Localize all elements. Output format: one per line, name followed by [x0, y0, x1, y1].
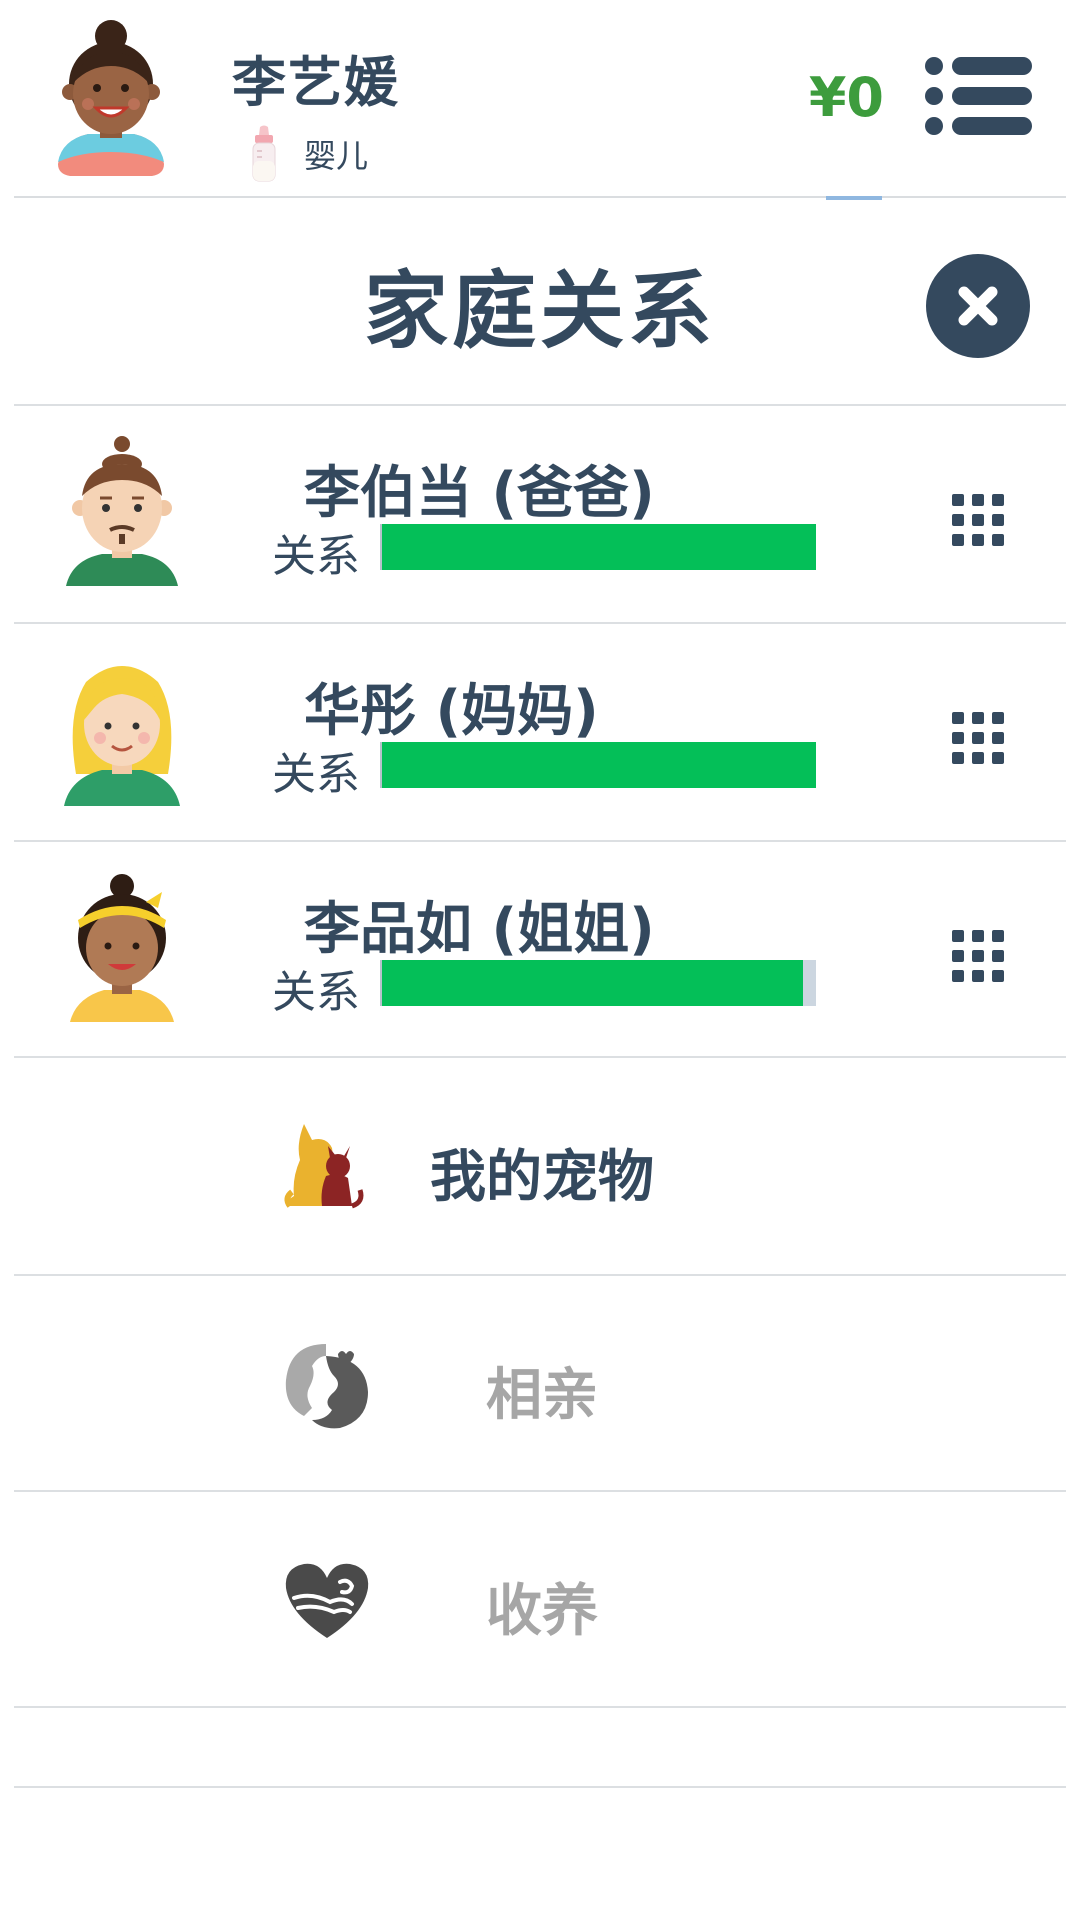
top-bar: 李艺媛 婴儿 ¥0: [0, 0, 1080, 200]
member-options-button[interactable]: [950, 710, 1006, 766]
member-name: 华彤 (妈妈): [304, 679, 599, 744]
life-stage-label: 婴儿: [304, 137, 369, 175]
life-stage: 婴儿: [248, 124, 368, 184]
relation-bar: [380, 742, 816, 788]
list-menu-icon: [925, 57, 1032, 135]
member-options-button[interactable]: [950, 492, 1006, 548]
relation-label: 关系: [272, 967, 360, 1018]
panel-title: 家庭关系: [363, 262, 716, 360]
pets-icon: [282, 1118, 372, 1214]
adoption-heart-icon: [282, 1552, 372, 1648]
family-member-row[interactable]: 李伯当 (爸爸) 关系: [0, 406, 1080, 622]
player-avatar-icon[interactable]: [52, 12, 170, 180]
sister-avatar-icon: [60, 872, 184, 1032]
money-balance: ¥0: [808, 66, 884, 129]
family-member-row[interactable]: 李品如 (姐姐) 关系: [0, 842, 1080, 1058]
menu-button[interactable]: [924, 56, 1032, 136]
action-label: 收养: [486, 1579, 598, 1644]
matchmaking-button[interactable]: 相亲: [0, 1276, 1080, 1492]
adoption-button[interactable]: 收养: [0, 1492, 1080, 1708]
close-button[interactable]: [926, 254, 1030, 358]
relation-bar: [380, 960, 816, 1006]
relation-bar: [380, 524, 816, 570]
header-divider: [14, 196, 1066, 198]
relation-bar-fill: [382, 742, 816, 788]
action-label: 相亲: [486, 1363, 598, 1428]
grid-icon: [952, 712, 1004, 764]
family-member-row[interactable]: 华彤 (妈妈) 关系: [0, 624, 1080, 840]
divider: [14, 1786, 1066, 1788]
member-options-button[interactable]: [950, 928, 1006, 984]
baby-bottle-icon: [248, 125, 280, 183]
family-panel-header: 家庭关系: [0, 200, 1080, 400]
member-name: 李品如 (姐姐): [304, 897, 655, 962]
action-label: 我的宠物: [430, 1145, 654, 1210]
grid-icon: [952, 494, 1004, 546]
member-name: 李伯当 (爸爸): [304, 461, 655, 526]
father-avatar-icon: [60, 436, 184, 596]
grid-icon: [952, 930, 1004, 982]
close-icon: [958, 286, 998, 326]
relation-bar-fill: [382, 524, 816, 570]
divider: [14, 1706, 1066, 1708]
relation-label: 关系: [272, 749, 360, 800]
my-pets-button[interactable]: 我的宠物: [0, 1058, 1080, 1274]
mother-avatar-icon: [60, 654, 184, 814]
matchmaking-icon: [282, 1336, 372, 1432]
player-name: 李艺媛: [232, 51, 400, 114]
relation-bar-fill: [382, 960, 803, 1006]
relation-label: 关系: [272, 531, 360, 582]
